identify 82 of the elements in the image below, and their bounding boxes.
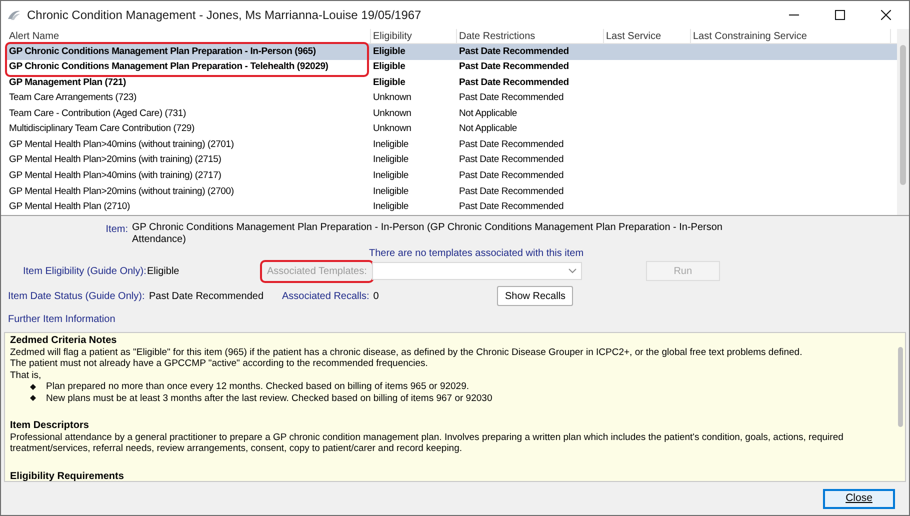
- table-cell-text: Past Date Recommended: [458, 44, 570, 59]
- templates-note: There are no templates associated with this item: [369, 247, 584, 259]
- table-cell-text: GP Mental Health Plan (2710): [8, 200, 131, 214]
- column-header[interactable]: Eligibility: [371, 29, 457, 43]
- table-row[interactable]: GP Mental Health Plan>40mins (with training) (2717) Ineligible Past Date Recommended: [7, 168, 897, 184]
- table-row[interactable]: GP Chronic Conditions Management Plan Preparation - In-Person (965) Eligible Past Date Recommended: [7, 44, 897, 60]
- table-cell-text: GP Mental Health Plan>20mins (without training) (2700): [8, 184, 235, 199]
- table-cell-text: Not Applicable: [458, 122, 518, 136]
- info-paragraph: The patient must not already have a GPCCMP "active" according to the recommended frequencies.: [10, 358, 429, 370]
- table-cell-text: Past Date Recommended: [458, 60, 570, 74]
- further-info-label: Further Item Information: [7, 313, 116, 327]
- close-icon: [881, 10, 891, 20]
- table-cell-text: GP Management Plan (721): [8, 76, 127, 90]
- show-recalls-button[interactable]: Show Recalls: [497, 286, 574, 306]
- date-status-value: Past Date Recommended: [149, 290, 265, 304]
- column-header[interactable]: Last Constraining Service: [691, 29, 891, 43]
- bullet-text: Plan prepared no more than once every 12 months. Checked based on billing of items 965 or 92029.: [46, 381, 470, 392]
- table-cell-text: GP Mental Health Plan>40mins (with training) (2717): [8, 169, 222, 184]
- table-cell-text: Unknown: [372, 106, 412, 121]
- window-title: Chronic Condition Management - Jones, Ms Marrianna-Louise 19/05/1967: [27, 7, 422, 24]
- date-status-label: Item Date Status (Guide Only):: [7, 290, 146, 304]
- bullet-icon: [30, 395, 36, 402]
- section-heading: Item Descriptors: [10, 420, 90, 432]
- table-cell-text: Unknown: [372, 122, 412, 136]
- section-heading: Eligibility Requirements: [10, 470, 125, 481]
- eligibility-label: Item Eligibility (Guide Only):: [22, 264, 147, 278]
- column-header[interactable]: Alert Name: [7, 29, 371, 43]
- table-cell-text: Past Date Recommended: [458, 76, 570, 90]
- bullet-text: New plans must be at least 3 months after the last review. Checked based on billing of items 967 or 92030: [46, 392, 492, 404]
- table-cell-text: Team Care - Contribution (Aged Care) (731): [8, 106, 187, 121]
- table-cell-text: Past Date Recommended: [458, 200, 565, 214]
- table-cell-text: GP Chronic Conditions Management Plan Preparation - Telehealth (92029): [8, 60, 330, 74]
- table-cell-text: Eligible: [372, 44, 406, 59]
- table-cell-text: GP Mental Health Plan>40mins (without training) (2701): [8, 138, 235, 152]
- column-header[interactable]: Date Restrictions: [457, 29, 604, 43]
- table-cell-text: Team Care Arrangements (723): [8, 91, 138, 106]
- scrollbar-thumb[interactable]: [898, 347, 902, 427]
- close-button[interactable]: Close: [823, 488, 895, 508]
- table-row[interactable]: GP Management Plan (721) Eligible Past Date Recommended: [7, 75, 897, 91]
- table-row[interactable]: GP Mental Health Plan>20mins (with training) (2715) Ineligible Past Date Recommended: [7, 152, 897, 168]
- table-cell-text: Unknown: [372, 91, 412, 106]
- scrollbar[interactable]: [897, 29, 909, 215]
- table-cell-text: Multidisciplinary Team Care Contribution (729): [8, 122, 196, 136]
- templates-dropdown[interactable]: [372, 262, 582, 280]
- table-cell-text: Past Date Recommended: [458, 184, 565, 199]
- table-row[interactable]: GP Mental Health Plan (2710) Ineligible Past Date Recommended: [7, 199, 897, 215]
- table-cell-text: Eligible: [372, 76, 406, 90]
- table-cell-text: Ineligible: [372, 153, 410, 168]
- table-cell-text: Ineligible: [372, 138, 410, 152]
- app-logo-icon: [7, 9, 21, 21]
- info-paragraph: That is,: [10, 370, 42, 381]
- info-paragraph: Professional attendance by a general practitioner to prepare a GP chronic condition management plan. Involves preparing a written plan which includes the patient's condition, goals, actions, required treatment/services, referral needs, review arrangements, consent, copy to patient/carer and record keeping.: [10, 432, 844, 454]
- column-header[interactable]: Last Service: [604, 29, 691, 43]
- table-row[interactable]: GP Mental Health Plan>20mins (without training) (2700) Ineligible Past Date Recommended: [7, 184, 897, 200]
- bullet-icon: [30, 384, 36, 390]
- table-row[interactable]: Multidisciplinary Team Care Contribution (729) Unknown Not Applicable: [7, 122, 897, 138]
- table-row[interactable]: Team Care - Contribution (Aged Care) (731) Unknown Not Applicable: [7, 106, 897, 122]
- table-cell-text: Ineligible: [372, 169, 410, 184]
- scrollbar-thumb[interactable]: [900, 45, 906, 185]
- templates-label: Associated Templates:: [262, 262, 372, 280]
- eligibility-value: Eligible: [147, 264, 180, 278]
- table-row[interactable]: GP Chronic Conditions Management Plan Preparation - Telehealth (92029) Eligible Past Date Recommended: [7, 60, 897, 76]
- table-cell-text: Past Date Recommended: [458, 153, 565, 168]
- recalls-value: 0: [373, 290, 380, 304]
- table-cell-text: Past Date Recommended: [458, 169, 565, 184]
- section-heading: Zedmed Criteria Notes: [10, 335, 118, 346]
- table-cell-text: Past Date Recommended: [458, 91, 565, 106]
- maximize-icon: [835, 10, 845, 20]
- table-cell-text: Past Date Recommended: [458, 138, 565, 152]
- table-row[interactable]: GP Mental Health Plan>40mins (without training) (2701) Ineligible Past Date Recommended: [7, 137, 897, 153]
- chevron-down-icon: [568, 268, 577, 274]
- item-description: GP Chronic Conditions Management Plan Preparation - In-Person (GP Chronic Conditions Management Plan Preparation - In-Person Attendance): [132, 222, 724, 246]
- table-cell-text: Eligible: [372, 60, 406, 74]
- table-cell-text: GP Mental Health Plan>20mins (with training) (2715): [8, 153, 222, 168]
- table-cell-text: Ineligible: [372, 184, 410, 199]
- info-paragraph: Zedmed will flag a patient as "Eligible" for this item (965) if the patient has a chronic disease, as defined by the Chronic Disease Grouper in ICPC2+, or the global free text problems defined.: [10, 346, 804, 358]
- recalls-label: Associated Recalls:: [282, 290, 370, 304]
- item-label: Item:: [104, 223, 129, 237]
- table-cell-text: Not Applicable: [458, 106, 518, 121]
- table-cell-text: Ineligible: [372, 200, 410, 214]
- table-cell-text: GP Chronic Conditions Management Plan Preparation - In-Person (965): [8, 44, 317, 59]
- table-row[interactable]: Team Care Arrangements (723) Unknown Past Date Recommended: [7, 90, 897, 106]
